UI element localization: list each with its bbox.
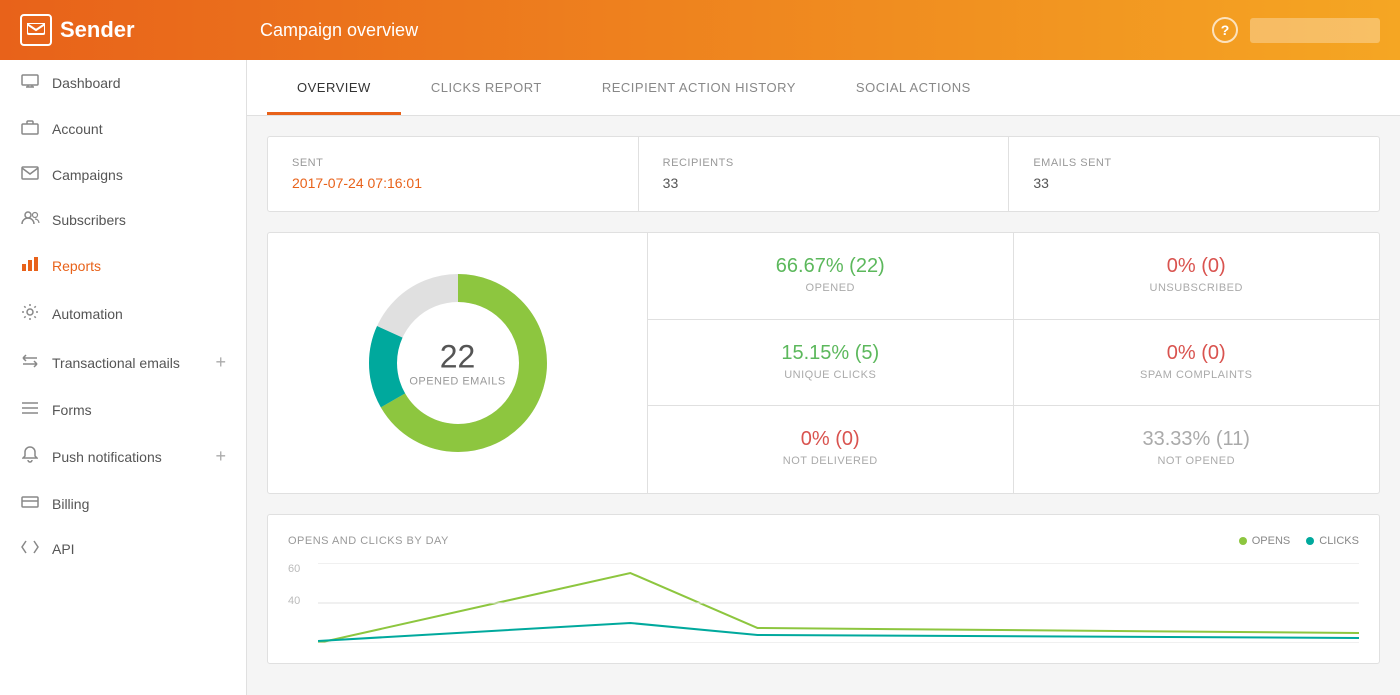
tab-recipient[interactable]: RECIPIENT ACTION HISTORY <box>572 60 826 115</box>
donut-chart: 22 OPENED EMAILS <box>358 263 558 463</box>
header-right: ? <box>1212 17 1380 43</box>
stat-sent: SENT 2017-07-24 07:16:01 <box>268 137 639 211</box>
sent-value: 2017-07-24 07:16:01 <box>292 175 614 191</box>
sidebar-item-forms[interactable]: Forms <box>0 387 246 432</box>
metric-opened-label: OPENED <box>668 282 993 294</box>
card-icon <box>20 495 40 512</box>
sidebar-label-subscribers: Subscribers <box>52 212 126 228</box>
chart-section: OPENS AND CLICKS BY DAY OPENS CLICKS 60 … <box>267 514 1380 664</box>
metric-unique-clicks: 15.15% (5) UNIQUE CLICKS <box>648 320 1014 407</box>
bar-chart-icon <box>20 256 40 275</box>
arrows-icon <box>20 353 40 372</box>
sidebar-label-forms: Forms <box>52 402 92 418</box>
donut-number: 22 <box>409 339 505 376</box>
help-button[interactable]: ? <box>1212 17 1238 43</box>
emails-sent-value: 33 <box>1033 175 1355 191</box>
main-layout: Dashboard Account Campaigns Subscribers <box>0 60 1400 695</box>
logo-area: Sender <box>20 14 260 46</box>
recipients-value: 33 <box>663 175 985 191</box>
sidebar-item-push[interactable]: Push notifications + <box>0 432 246 481</box>
metric-not-delivered-value: 0% (0) <box>668 428 993 451</box>
push-plus-button[interactable]: + <box>215 446 226 467</box>
tab-clicks[interactable]: CLICKS REPORT <box>401 60 572 115</box>
donut-area: 22 OPENED EMAILS <box>268 233 648 493</box>
tab-social[interactable]: SOCIAL ACTIONS <box>826 60 1001 115</box>
emails-sent-label: EMAILS SENT <box>1033 157 1355 169</box>
metric-opened-value: 66.67% (22) <box>668 255 993 278</box>
sidebar-label-billing: Billing <box>52 496 89 512</box>
transactional-plus-button[interactable]: + <box>215 352 226 373</box>
sidebar-label-transactional: Transactional emails <box>52 355 180 371</box>
sidebar-item-dashboard[interactable]: Dashboard <box>0 60 246 105</box>
chart-y-60: 60 <box>288 563 300 575</box>
bell-icon <box>20 446 40 467</box>
sidebar-label-api: API <box>52 541 75 557</box>
sidebar-item-transactional[interactable]: Transactional emails + <box>0 338 246 387</box>
list-icon <box>20 401 40 418</box>
content-area: OVERVIEW CLICKS REPORT RECIPIENT ACTION … <box>247 60 1400 695</box>
top-header: Sender Campaign overview ? <box>0 0 1400 60</box>
legend-opens: OPENS <box>1239 535 1291 547</box>
sidebar-item-automation[interactable]: Automation <box>0 289 246 338</box>
metric-not-delivered-label: NOT DELIVERED <box>668 455 993 467</box>
chart-area: 60 40 <box>288 563 1359 643</box>
metric-not-opened: 33.33% (11) NOT OPENED <box>1014 406 1380 493</box>
logo-text: Sender <box>60 17 135 43</box>
stat-emails-sent: EMAILS SENT 33 <box>1009 137 1379 211</box>
sidebar-item-subscribers[interactable]: Subscribers <box>0 197 246 242</box>
email-icon <box>20 166 40 183</box>
sidebar-label-campaigns: Campaigns <box>52 167 123 183</box>
tabs-bar: OVERVIEW CLICKS REPORT RECIPIENT ACTION … <box>247 60 1400 116</box>
sidebar-label-account: Account <box>52 121 103 137</box>
sidebar-item-billing[interactable]: Billing <box>0 481 246 526</box>
people-icon <box>20 211 40 228</box>
logo-icon <box>20 14 52 46</box>
gear-icon <box>20 303 40 324</box>
sidebar-label-dashboard: Dashboard <box>52 75 121 91</box>
opens-legend-dot <box>1239 537 1247 545</box>
code-icon <box>20 540 40 557</box>
legend-clicks: CLICKS <box>1306 535 1359 547</box>
overview-grid: 22 OPENED EMAILS 66.67% (22) OPENED 0% (… <box>267 232 1380 494</box>
clicks-legend-label: CLICKS <box>1319 535 1359 547</box>
metric-unique-clicks-value: 15.15% (5) <box>668 342 993 365</box>
chart-title: OPENS AND CLICKS BY DAY <box>288 535 449 547</box>
sent-label: SENT <box>292 157 614 169</box>
sidebar-item-campaigns[interactable]: Campaigns <box>0 152 246 197</box>
chart-legend: OPENS CLICKS <box>1239 535 1359 547</box>
briefcase-icon <box>20 119 40 138</box>
sidebar-label-push: Push notifications <box>52 449 162 465</box>
metric-opened: 66.67% (22) OPENED <box>648 233 1014 320</box>
metric-unsubscribed-label: UNSUBSCRIBED <box>1034 282 1360 294</box>
stat-recipients: RECIPIENTS 33 <box>639 137 1010 211</box>
metric-spam-label: SPAM COMPLAINTS <box>1034 369 1360 381</box>
opens-legend-label: OPENS <box>1252 535 1291 547</box>
metric-spam-value: 0% (0) <box>1034 342 1360 365</box>
sidebar-item-account[interactable]: Account <box>0 105 246 152</box>
sidebar: Dashboard Account Campaigns Subscribers <box>0 60 247 695</box>
tab-overview[interactable]: OVERVIEW <box>267 60 401 115</box>
metric-not-delivered: 0% (0) NOT DELIVERED <box>648 406 1014 493</box>
metric-not-opened-value: 33.33% (11) <box>1034 428 1360 451</box>
metric-unsubscribed: 0% (0) UNSUBSCRIBED <box>1014 233 1380 320</box>
clicks-legend-dot <box>1306 537 1314 545</box>
metric-unsubscribed-value: 0% (0) <box>1034 255 1360 278</box>
search-input[interactable] <box>1250 18 1380 43</box>
stats-row: SENT 2017-07-24 07:16:01 RECIPIENTS 33 E… <box>267 136 1380 212</box>
metrics-grid: 66.67% (22) OPENED 0% (0) UNSUBSCRIBED 1… <box>648 233 1379 493</box>
metric-spam: 0% (0) SPAM COMPLAINTS <box>1014 320 1380 407</box>
chart-y-40: 40 <box>288 595 300 607</box>
sidebar-item-api[interactable]: API <box>0 526 246 571</box>
chart-header: OPENS AND CLICKS BY DAY OPENS CLICKS <box>288 535 1359 547</box>
sidebar-item-reports[interactable]: Reports <box>0 242 246 289</box>
metric-unique-clicks-label: UNIQUE CLICKS <box>668 369 993 381</box>
page-title: Campaign overview <box>260 20 1212 41</box>
sidebar-label-automation: Automation <box>52 306 123 322</box>
metric-not-opened-label: NOT OPENED <box>1034 455 1360 467</box>
recipients-label: RECIPIENTS <box>663 157 985 169</box>
sidebar-label-reports: Reports <box>52 258 101 274</box>
donut-text: OPENED EMAILS <box>409 376 505 388</box>
donut-label: 22 OPENED EMAILS <box>409 339 505 388</box>
monitor-icon <box>20 74 40 91</box>
